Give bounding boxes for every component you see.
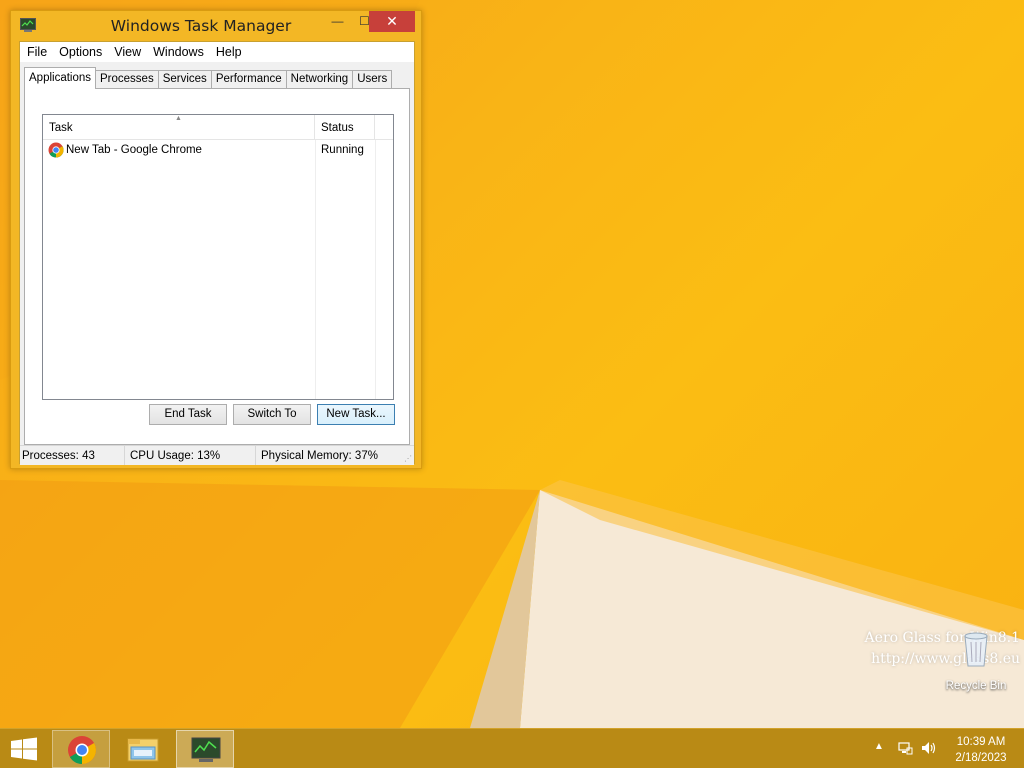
- clock-date: 2/18/2023: [955, 752, 1007, 764]
- menu-file[interactable]: File: [22, 42, 54, 62]
- resize-grip-icon[interactable]: ⋰: [404, 454, 412, 463]
- taskbar-task-manager[interactable]: [176, 730, 234, 768]
- recycle-bin[interactable]: Recycle Bin: [940, 628, 1012, 692]
- tab-users[interactable]: Users: [352, 70, 393, 89]
- table-row[interactable]: New Tab - Google Chrome Running: [43, 140, 393, 160]
- task-manager-icon: [191, 737, 221, 762]
- chrome-icon: [48, 142, 64, 158]
- column-task-label: Task: [49, 122, 73, 134]
- applications-panel: ▲ Task Status New Tab - Google Chrome Ru…: [24, 88, 410, 445]
- column-status-label: Status: [321, 122, 354, 134]
- menu-help[interactable]: Help: [211, 42, 249, 62]
- end-task-button[interactable]: End Task: [149, 404, 227, 425]
- menu-view[interactable]: View: [109, 42, 148, 62]
- volume-icon[interactable]: [920, 740, 938, 768]
- new-task-button[interactable]: New Task...: [317, 404, 395, 425]
- column-status[interactable]: Status: [315, 115, 375, 139]
- chrome-icon: [68, 736, 96, 764]
- show-hidden-icons-icon[interactable]: ▲: [874, 741, 884, 768]
- window-client: File Options View Windows Help Applicati…: [19, 41, 415, 465]
- start-button[interactable]: [0, 729, 48, 768]
- tab-services[interactable]: Services: [157, 70, 212, 89]
- recycle-bin-icon: [961, 628, 991, 668]
- column-divider: [375, 140, 376, 399]
- title-bar[interactable]: Windows Task Manager — ☐ ✕: [11, 11, 421, 41]
- task-cell: New Tab - Google Chrome: [43, 142, 315, 158]
- minimize-button[interactable]: —: [324, 11, 351, 32]
- task-list-header: ▲ Task Status: [43, 115, 393, 140]
- clock-time: 10:39 AM: [956, 736, 1006, 748]
- menu-bar: File Options View Windows Help: [20, 42, 414, 62]
- tab-performance[interactable]: Performance: [210, 70, 287, 89]
- recycle-bin-label: Recycle Bin: [945, 680, 1007, 692]
- column-divider: [315, 140, 316, 399]
- task-manager-window: Windows Task Manager — ☐ ✕ File Options …: [10, 10, 422, 469]
- taskbar-file-explorer[interactable]: [114, 730, 172, 768]
- switch-to-button[interactable]: Switch To: [233, 404, 311, 425]
- windows-logo-icon: [11, 737, 37, 761]
- column-task[interactable]: ▲ Task: [43, 115, 315, 139]
- close-button[interactable]: ✕: [369, 11, 415, 32]
- menu-options[interactable]: Options: [54, 42, 109, 62]
- taskbar-clock[interactable]: 10:39 AM 2/18/2023: [946, 734, 1016, 766]
- task-status: Running: [321, 144, 364, 156]
- minimize-icon: —: [331, 14, 344, 28]
- tab-strip: Applications Processes Services Performa…: [24, 67, 393, 89]
- status-cpu-usage: CPU Usage: 13%: [125, 446, 256, 465]
- network-icon[interactable]: [897, 740, 913, 768]
- status-physical-memory: Physical Memory: 37%: [261, 450, 378, 462]
- sort-ascending-icon: ▲: [175, 115, 182, 122]
- close-icon: ✕: [386, 13, 398, 29]
- status-processes: Processes: 43: [20, 446, 125, 465]
- tab-networking[interactable]: Networking: [285, 70, 354, 89]
- task-name: New Tab - Google Chrome: [66, 144, 202, 156]
- taskbar: ▲ 10:39 AM 2/18/2023: [0, 728, 1024, 768]
- taskbar-chrome[interactable]: [52, 730, 110, 768]
- status-bar: Processes: 43 CPU Usage: 13% Physical Me…: [20, 445, 414, 465]
- menu-windows[interactable]: Windows: [148, 42, 211, 62]
- tab-processes[interactable]: Processes: [95, 70, 159, 89]
- file-explorer-icon: [127, 738, 159, 762]
- task-list[interactable]: ▲ Task Status New Tab - Google Chrome Ru…: [42, 114, 394, 400]
- tab-applications[interactable]: Applications: [24, 67, 97, 89]
